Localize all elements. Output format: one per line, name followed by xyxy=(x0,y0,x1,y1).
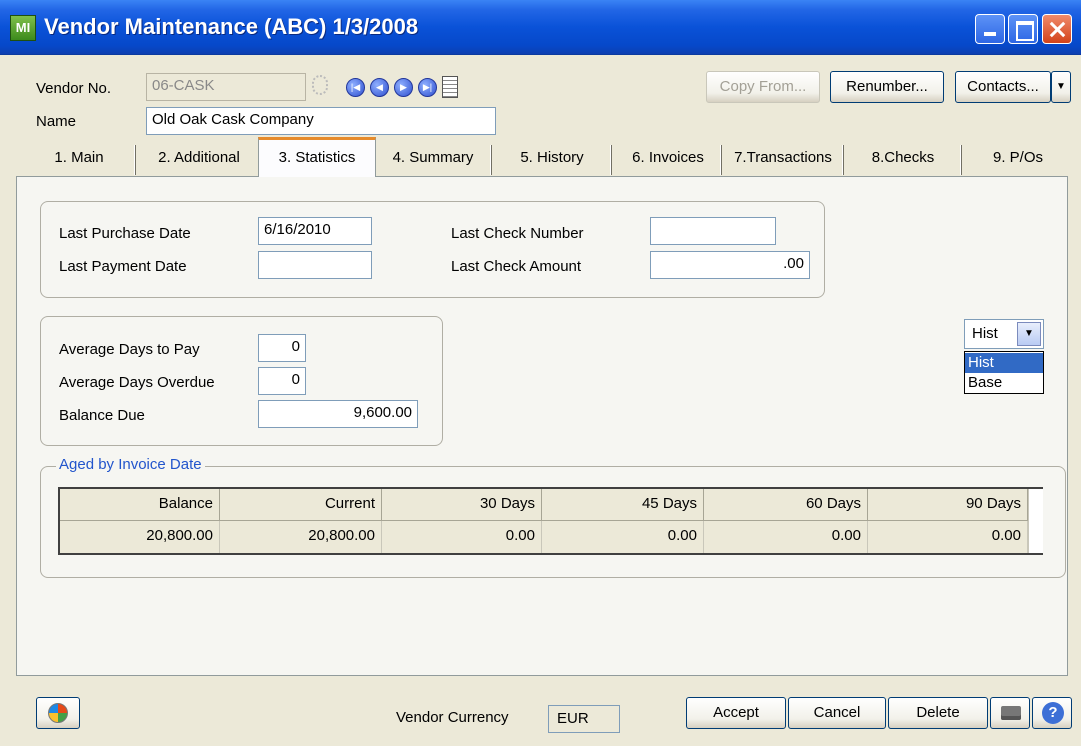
maximize-button[interactable] xyxy=(1008,14,1038,44)
grid-scrollbar[interactable] xyxy=(1028,489,1043,553)
close-button[interactable] xyxy=(1042,14,1072,44)
windows-flag-icon xyxy=(48,703,68,723)
grid-cell[interactable]: 0.00 xyxy=(704,521,868,553)
tab-separator xyxy=(490,145,492,175)
last-payment-date-label: Last Payment Date xyxy=(59,258,187,275)
vendor-currency-field: EUR xyxy=(548,705,620,733)
last-check-amount-label: Last Check Amount xyxy=(451,258,582,275)
avg-days-to-pay-label: Average Days to Pay xyxy=(59,341,200,358)
title-bar[interactable]: MI Vendor Maintenance (ABC) 1/3/2008 xyxy=(0,0,1081,55)
tab-summary[interactable]: 4. Summary xyxy=(378,143,488,175)
renumber-button[interactable]: Renumber... xyxy=(830,71,944,103)
grid-cell[interactable]: 20,800.00 xyxy=(60,521,220,553)
tab-separator xyxy=(134,145,136,175)
app-icon: MI xyxy=(10,15,36,41)
tab-transactions[interactable]: 7.Transactions xyxy=(724,143,842,175)
last-purchase-date-input[interactable]: 6/16/2010 xyxy=(258,217,372,245)
tab-additional[interactable]: 2. Additional xyxy=(140,143,258,175)
name-input[interactable]: Old Oak Cask Company xyxy=(146,107,496,135)
window-title: Vendor Maintenance (ABC) 1/3/2008 xyxy=(44,14,419,39)
vendor-no-label: Vendor No. xyxy=(36,80,112,97)
column-header: 90 Days xyxy=(868,489,1028,521)
column-header: 60 Days xyxy=(704,489,868,521)
tab-separator xyxy=(960,145,962,175)
tab-history[interactable]: 5. History xyxy=(496,143,608,175)
chevron-down-icon[interactable]: ▼ xyxy=(1017,322,1041,346)
column-header: 30 Days xyxy=(382,489,542,521)
tab-separator xyxy=(842,145,844,175)
grid-cell[interactable]: 0.00 xyxy=(382,521,542,553)
tab-separator xyxy=(720,145,722,175)
question-icon: ? xyxy=(1042,702,1064,724)
notepad-icon[interactable] xyxy=(442,76,458,98)
first-record-icon[interactable]: |◀ xyxy=(346,78,365,97)
avg-days-to-pay-input[interactable]: 0 xyxy=(258,334,306,362)
balance-due-input[interactable]: 9,600.00 xyxy=(258,400,418,428)
previous-record-icon[interactable]: ◀ xyxy=(370,78,389,97)
avg-days-overdue-label: Average Days Overdue xyxy=(59,374,215,391)
column-header: Current xyxy=(220,489,382,521)
vendor-no-input[interactable]: 06-CASK xyxy=(146,73,306,101)
delete-button[interactable]: Delete xyxy=(888,697,988,729)
last-activity-group xyxy=(40,201,825,298)
minimize-button[interactable] xyxy=(975,14,1005,44)
tab-separator xyxy=(610,145,612,175)
tab-pos[interactable]: 9. P/Os xyxy=(966,143,1070,175)
vendor-currency-label: Vendor Currency xyxy=(396,709,509,726)
grid-cell[interactable]: 0.00 xyxy=(868,521,1028,553)
help-tips-button[interactable] xyxy=(36,697,80,729)
contacts-dropdown-button[interactable]: ▼ xyxy=(1051,71,1071,103)
history-base-selected: Hist xyxy=(972,325,998,342)
help-button[interactable]: ? xyxy=(1032,697,1072,729)
last-check-number-label: Last Check Number xyxy=(451,225,584,242)
history-base-dropdown: Hist Base xyxy=(964,351,1044,394)
contacts-button[interactable]: Contacts... xyxy=(955,71,1051,103)
tab-statistics[interactable]: 3. Statistics xyxy=(258,137,376,177)
tab-main[interactable]: 1. Main xyxy=(28,143,130,175)
next-record-icon[interactable]: ▶ xyxy=(394,78,413,97)
column-header: 45 Days xyxy=(542,489,704,521)
history-base-select[interactable]: Hist ▼ xyxy=(964,319,1044,349)
avg-days-overdue-input[interactable]: 0 xyxy=(258,367,306,395)
grid-cell[interactable]: 0.00 xyxy=(542,521,704,553)
tab-checks[interactable]: 8.Checks xyxy=(848,143,958,175)
lookup-icon[interactable] xyxy=(312,75,328,95)
last-record-icon[interactable]: ▶| xyxy=(418,78,437,97)
cancel-button[interactable]: Cancel xyxy=(788,697,886,729)
tab-invoices[interactable]: 6. Invoices xyxy=(614,143,722,175)
vendor-maintenance-window: MI Vendor Maintenance (ABC) 1/3/2008 Ven… xyxy=(0,0,1081,746)
printer-icon xyxy=(1001,706,1021,720)
print-button[interactable] xyxy=(990,697,1030,729)
aged-grid: Balance Current 30 Days 45 Days 60 Days … xyxy=(58,487,1043,555)
last-payment-date-input[interactable] xyxy=(258,251,372,279)
column-header: Balance xyxy=(60,489,220,521)
copy-from-button[interactable]: Copy From... xyxy=(706,71,820,103)
accept-button[interactable]: Accept xyxy=(686,697,786,729)
option-base[interactable]: Base xyxy=(965,373,1043,393)
last-check-number-input[interactable] xyxy=(650,217,776,245)
aged-group-title: Aged by Invoice Date xyxy=(56,456,205,473)
last-purchase-date-label: Last Purchase Date xyxy=(59,225,191,242)
name-label: Name xyxy=(36,113,77,130)
option-hist[interactable]: Hist xyxy=(965,353,1043,373)
grid-cell[interactable]: 20,800.00 xyxy=(220,521,382,553)
balance-due-label: Balance Due xyxy=(59,407,145,424)
last-check-amount-input[interactable]: .00 xyxy=(650,251,810,279)
